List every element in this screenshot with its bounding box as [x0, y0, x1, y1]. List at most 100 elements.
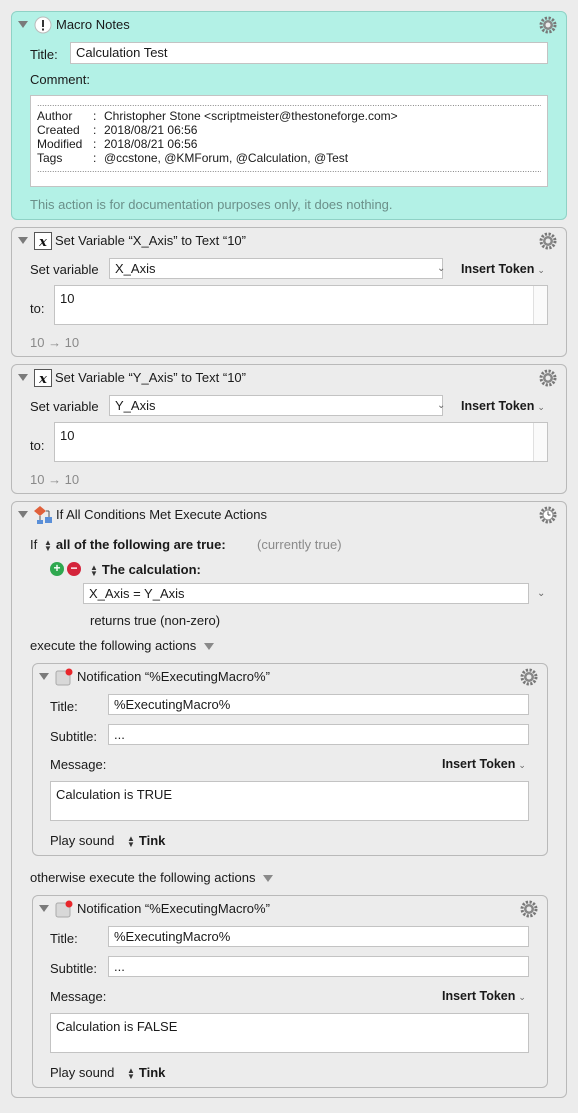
condition-status: (currently true): [257, 537, 342, 552]
sound-popup[interactable]: ▲ ▼ Tink: [127, 833, 165, 848]
message-label: Message:: [50, 989, 107, 1004]
action-header: x Set Variable “Y_Axis” to Text “10”: [12, 365, 566, 391]
returns-text: returns true (non-zero): [90, 613, 221, 628]
insert-token-button[interactable]: Insert Token ⌄: [461, 399, 545, 413]
dots-separator: ........................................…: [37, 99, 541, 108]
action-title: Notification “%ExecutingMacro%”: [77, 901, 270, 916]
action-title: Macro Notes: [56, 17, 130, 32]
notification-false-action[interactable]: Notification “%ExecutingMacro%” Title: %…: [32, 895, 548, 1088]
calculation-field[interactable]: X_Axis = Y_Axis: [83, 583, 529, 604]
disclosure-triangle-icon[interactable]: [18, 21, 28, 28]
preview-text: 10 → 10: [30, 335, 80, 350]
gear-icon[interactable]: [538, 15, 558, 35]
if-then-else-action[interactable]: If All Conditions Met Execute Actions If…: [11, 501, 567, 1098]
scrollbar[interactable]: [533, 286, 547, 324]
variable-icon: x: [34, 369, 52, 387]
then-label[interactable]: execute the following actions: [30, 638, 215, 653]
updown-icon: ▲ ▼: [127, 1065, 135, 1081]
gear-icon[interactable]: [538, 368, 558, 388]
disclosure-triangle-icon[interactable]: [39, 905, 49, 912]
notification-true-action[interactable]: Notification “%ExecutingMacro%” Title: %…: [32, 663, 548, 856]
notification-icon: [55, 900, 73, 918]
play-sound-label: Play sound: [50, 1065, 115, 1080]
disclosure-triangle-icon[interactable]: [39, 673, 49, 680]
insert-token-button[interactable]: Insert Token ⌄: [442, 989, 526, 1003]
disclosure-triangle-icon[interactable]: [18, 237, 28, 244]
notification-subtitle-field[interactable]: ...: [108, 956, 529, 977]
disclosure-triangle-icon[interactable]: [18, 374, 28, 381]
action-title: If All Conditions Met Execute Actions: [56, 507, 267, 522]
set-variable-label: Set variable: [30, 399, 99, 414]
action-header: x Set Variable “X_Axis” to Text “10”: [12, 228, 566, 254]
chevron-down-icon[interactable]: ⌄: [537, 588, 545, 599]
clock-gear-icon[interactable]: [538, 505, 558, 525]
set-variable-x-action[interactable]: x Set Variable “X_Axis” to Text “10” Set…: [11, 227, 567, 357]
gear-icon[interactable]: [538, 231, 558, 251]
set-variable-y-action[interactable]: x Set Variable “Y_Axis” to Text “10” Set…: [11, 364, 567, 494]
action-header: Macro Notes: [12, 12, 566, 38]
svg-text:x: x: [38, 235, 47, 250]
to-label: to:: [30, 301, 45, 316]
disclosure-triangle-icon[interactable]: [18, 511, 28, 518]
play-sound-label: Play sound: [50, 833, 115, 848]
notification-title-field[interactable]: %ExecutingMacro%: [108, 926, 529, 947]
notes-row-author: Author: Christopher Stone <scriptmeister@…: [37, 109, 398, 123]
insert-token-button[interactable]: Insert Token ⌄: [461, 262, 545, 276]
variable-name-field[interactable]: Y_Axis: [109, 395, 443, 416]
preview-text: 10 → 10: [30, 472, 80, 487]
scrollbar[interactable]: [533, 423, 547, 461]
else-label[interactable]: otherwise execute the following actions: [30, 870, 274, 885]
subtitle-label: Subtitle:: [50, 961, 97, 976]
exclamation-icon: [34, 16, 52, 34]
notes-row-modified: Modified:2018/08/21 06:56: [37, 137, 198, 151]
notes-footer-text: This action is for documentation purpose…: [30, 197, 393, 212]
dropdown-triangle-icon: [204, 643, 215, 651]
dots-separator: ........................................…: [37, 165, 541, 174]
action-header: If All Conditions Met Execute Actions: [12, 502, 566, 528]
if-label: If: [30, 537, 38, 552]
gear-icon[interactable]: [519, 667, 539, 687]
title-label: Title:: [50, 699, 78, 714]
message-label: Message:: [50, 757, 107, 772]
dropdown-triangle-icon: [263, 875, 274, 883]
remove-condition-icon[interactable]: −: [67, 562, 81, 576]
add-condition-icon[interactable]: +: [50, 562, 64, 576]
macro-notes-action[interactable]: Macro Notes Title: Calculation Test Comm…: [11, 11, 567, 220]
insert-token-button[interactable]: Insert Token ⌄: [442, 757, 526, 771]
action-title: Notification “%ExecutingMacro%”: [77, 669, 270, 684]
updown-icon: ▲ ▼: [127, 833, 135, 849]
notification-icon: [55, 668, 73, 686]
gear-icon[interactable]: [519, 899, 539, 919]
notification-title-field[interactable]: %ExecutingMacro%: [108, 694, 529, 715]
svg-text:x: x: [38, 372, 47, 387]
action-title: Set Variable “X_Axis” to Text “10”: [55, 233, 246, 248]
notification-subtitle-field[interactable]: ...: [108, 724, 529, 745]
condition-type-popup[interactable]: ▲ ▼ The calculation:: [90, 562, 201, 577]
value-textarea[interactable]: 10: [54, 285, 548, 325]
notification-message-textarea[interactable]: Calculation is TRUE: [50, 781, 529, 821]
title-label: Title:: [30, 47, 58, 62]
flowchart-icon: [34, 506, 52, 524]
chevron-down-icon[interactable]: ⌄: [437, 263, 445, 274]
action-title: Set Variable “Y_Axis” to Text “10”: [55, 370, 246, 385]
value-textarea[interactable]: 10: [54, 422, 548, 462]
action-header: Notification “%ExecutingMacro%”: [33, 664, 547, 690]
updown-icon: ▲ ▼: [90, 562, 98, 578]
notes-row-tags: Tags: @ccstone, @KMForum, @Calculation, @…: [37, 151, 349, 165]
condition-mode-popup[interactable]: ▲ ▼ all of the following are true:: [44, 537, 226, 552]
action-header: Notification “%ExecutingMacro%”: [33, 896, 547, 922]
variable-name-field[interactable]: X_Axis: [109, 258, 443, 279]
set-variable-label: Set variable: [30, 262, 99, 277]
notification-message-textarea[interactable]: Calculation is FALSE: [50, 1013, 529, 1053]
variable-icon: x: [34, 232, 52, 250]
subtitle-label: Subtitle:: [50, 729, 97, 744]
sound-popup[interactable]: ▲ ▼ Tink: [127, 1065, 165, 1080]
to-label: to:: [30, 438, 45, 453]
comment-textarea[interactable]: ........................................…: [30, 95, 548, 187]
chevron-down-icon[interactable]: ⌄: [437, 400, 445, 411]
title-label: Title:: [50, 931, 78, 946]
comment-label: Comment:: [30, 72, 90, 87]
updown-icon: ▲ ▼: [44, 537, 52, 553]
title-field[interactable]: Calculation Test: [70, 42, 548, 64]
notes-row-created: Created:2018/08/21 06:56: [37, 123, 198, 137]
